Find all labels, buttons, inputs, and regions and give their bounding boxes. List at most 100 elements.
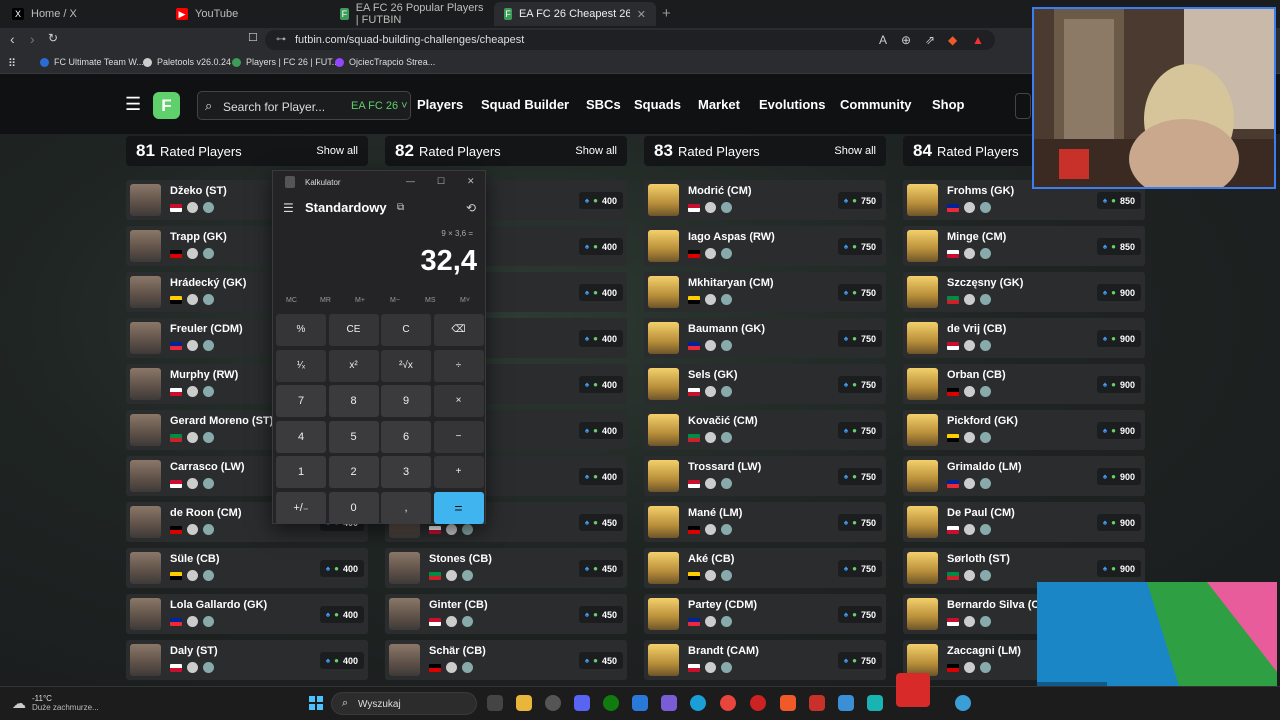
hamburger-icon[interactable]: ☰ <box>283 201 294 215</box>
apps-icon[interactable]: ⠿ <box>8 57 16 70</box>
show-all-link[interactable]: Show all <box>834 145 876 157</box>
player-search[interactable]: ⌕ Search for Player... EA FC 26 ˅ <box>197 91 411 120</box>
nav-shop[interactable]: Shop <box>932 97 965 112</box>
settings-icon[interactable] <box>545 695 561 711</box>
nav-evolutions[interactable]: Evolutions <box>759 97 825 112</box>
key-minus[interactable]: − <box>433 420 484 453</box>
futbin-logo[interactable]: F <box>153 92 180 119</box>
memory-list-button[interactable]: M˅ <box>460 297 470 304</box>
tab-x[interactable]: X Home / X <box>2 2 170 26</box>
vscode-icon[interactable] <box>632 695 648 711</box>
key-percent[interactable]: % <box>276 314 326 346</box>
search-input[interactable]: Search for Player... <box>223 100 325 114</box>
player-row[interactable]: Mané (LM) ♠ ● 750 <box>644 502 886 542</box>
key-divide[interactable]: ÷ <box>433 349 484 382</box>
player-row[interactable]: Lola Gallardo (GK) ♠ ● 400 <box>126 594 368 634</box>
player-row[interactable]: Ginter (CB) ♠ ● 450 <box>385 594 627 634</box>
new-tab-button[interactable]: + <box>662 5 671 22</box>
key-4[interactable]: 4 <box>276 420 326 453</box>
brave-icon[interactable] <box>780 695 796 711</box>
key-5[interactable]: 5 <box>328 420 379 453</box>
player-row[interactable]: Szczęsny (GK) ♠ ● 900 <box>903 272 1145 312</box>
account-button[interactable] <box>1015 93 1031 119</box>
player-row[interactable]: de Vrij (CB) ♠ ● 900 <box>903 318 1145 358</box>
key-ce[interactable]: CE <box>328 314 379 346</box>
app-icon[interactable] <box>867 695 883 711</box>
tab-futbin-cheapest[interactable]: F EA FC 26 Cheapest 26 players | F ✕ <box>494 2 656 26</box>
site-info-icon[interactable]: ⊶ <box>276 34 286 45</box>
taskbar-search[interactable]: ⌕ Wyszukaj <box>331 692 477 715</box>
vivaldi-icon[interactable] <box>809 695 825 711</box>
close-tab-icon[interactable]: ✕ <box>637 8 646 21</box>
player-row[interactable]: Sels (GK) ♠ ● 750 <box>644 364 886 404</box>
bookmark-item[interactable]: OjciecTrapcio Strea... <box>335 57 435 67</box>
translate-icon[interactable]: A <box>879 33 887 47</box>
key-2[interactable]: 2 <box>328 456 379 488</box>
m-minus-button[interactable]: M− <box>390 297 400 304</box>
key-1[interactable]: 1 <box>276 456 326 488</box>
keep-on-top-icon[interactable]: ⧉ <box>397 202 404 213</box>
key-reciprocal[interactable]: ¹⁄ₓ <box>276 349 326 382</box>
key-3[interactable]: 3 <box>381 456 431 488</box>
back-icon[interactable]: ‹ <box>10 31 15 47</box>
key-decimal[interactable]: , <box>381 491 431 524</box>
key-multiply[interactable]: × <box>433 385 484 417</box>
player-row[interactable]: Süle (CB) ♠ ● 400 <box>126 548 368 588</box>
tab-futbin-popular[interactable]: F EA FC 26 Popular Players | FUTBIN <box>330 2 494 26</box>
forward-icon[interactable]: › <box>30 31 35 47</box>
player-row[interactable]: Mkhitaryan (CM) ♠ ● 750 <box>644 272 886 312</box>
start-icon[interactable] <box>309 696 323 710</box>
opera-icon[interactable] <box>750 695 766 711</box>
reload-icon[interactable]: ↻ <box>48 31 58 45</box>
close-icon[interactable]: ✕ <box>467 176 475 187</box>
zoom-icon[interactable]: ⊕ <box>901 33 911 47</box>
tab-youtube[interactable]: ▶ YouTube <box>166 2 332 26</box>
file-explorer-icon[interactable] <box>516 695 532 711</box>
player-row[interactable]: Stones (CB) ♠ ● 450 <box>385 548 627 588</box>
show-all-link[interactable]: Show all <box>575 145 617 157</box>
key-0[interactable]: 0 <box>328 491 379 524</box>
photos-icon[interactable] <box>838 695 854 711</box>
nav-community[interactable]: Community <box>840 97 912 112</box>
player-row[interactable]: Iago Aspas (RW) ♠ ● 750 <box>644 226 886 266</box>
chrome-icon[interactable] <box>720 695 736 711</box>
mr-button[interactable]: MR <box>320 297 331 304</box>
nav-squads[interactable]: Squads <box>634 97 681 112</box>
player-row[interactable]: Brandt (CAM) ♠ ● 750 <box>644 640 886 680</box>
history-icon[interactable]: ⟲ <box>466 201 476 215</box>
brave-shield-icon[interactable]: ◆ <box>948 33 957 47</box>
key-7[interactable]: 7 <box>276 385 326 417</box>
player-row[interactable]: Grimaldo (LM) ♠ ● 900 <box>903 456 1145 496</box>
player-row[interactable]: Trossard (LW) ♠ ● 750 <box>644 456 886 496</box>
player-row[interactable]: Minge (CM) ♠ ● 850 <box>903 226 1145 266</box>
ms-button[interactable]: MS <box>425 297 436 304</box>
player-row[interactable]: Orban (CB) ♠ ● 900 <box>903 364 1145 404</box>
key-square[interactable]: x² <box>328 349 379 382</box>
key-9[interactable]: 9 <box>381 385 431 417</box>
nav-squad-builder[interactable]: Squad Builder <box>481 97 569 112</box>
nav-sbcs[interactable]: SBCs <box>586 97 621 112</box>
app-icon[interactable] <box>661 695 677 711</box>
player-row[interactable]: Aké (CB) ♠ ● 750 <box>644 548 886 588</box>
player-row[interactable]: Schär (CB) ♠ ● 450 <box>385 640 627 680</box>
version-select[interactable]: EA FC 26 ˅ <box>351 100 408 112</box>
nav-players[interactable]: Players <box>417 97 463 112</box>
mc-button[interactable]: MC <box>286 297 297 304</box>
key-negate[interactable]: +/₋ <box>276 491 326 524</box>
key-8[interactable]: 8 <box>328 385 379 417</box>
task-view-icon[interactable] <box>487 695 503 711</box>
player-row[interactable]: Pickford (GK) ♠ ● 900 <box>903 410 1145 450</box>
bookmark-item[interactable]: FC Ultimate Team W... <box>40 57 144 67</box>
extension-icon[interactable]: ▲ <box>972 33 984 47</box>
minimize-icon[interactable]: — <box>406 176 415 186</box>
bookmark-item[interactable]: Paletools v26.0.24 <box>143 57 231 67</box>
app-icon[interactable] <box>955 695 971 711</box>
share-icon[interactable]: ⇗ <box>925 33 935 47</box>
nav-market[interactable]: Market <box>698 97 740 112</box>
player-row[interactable]: De Paul (CM) ♠ ● 900 <box>903 502 1145 542</box>
menu-icon[interactable]: ☰ <box>125 94 141 115</box>
bookmark-icon[interactable]: ☐ <box>248 31 258 44</box>
key-sqrt[interactable]: ²√x <box>381 349 431 382</box>
edge-icon[interactable] <box>690 695 706 711</box>
show-all-link[interactable]: Show all <box>316 145 358 157</box>
